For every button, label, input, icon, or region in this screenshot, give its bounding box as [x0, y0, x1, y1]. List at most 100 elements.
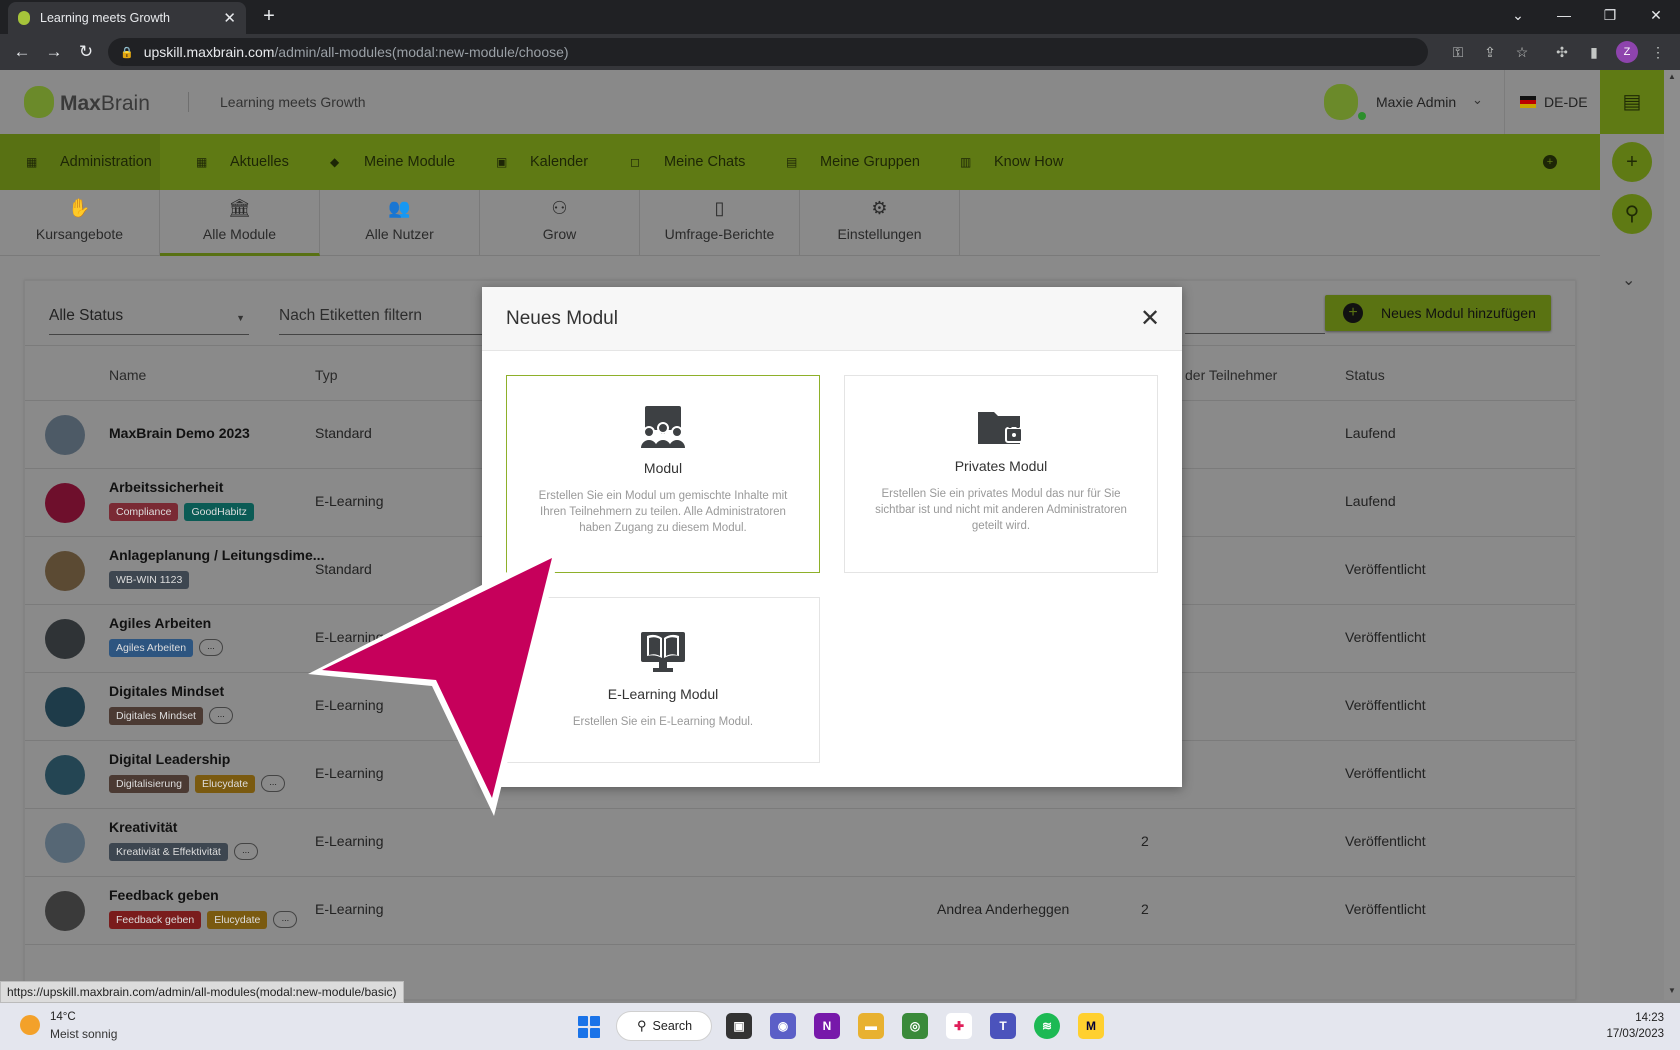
nav-meine-chats[interactable]: ◻ Meine Chats [630, 134, 745, 190]
chrome-icon[interactable]: ◎ [902, 1013, 928, 1039]
module-thumbnail[interactable] [45, 483, 85, 523]
system-clock[interactable]: 14:23 17/03/2023 [1606, 1010, 1664, 1042]
more-tags-button[interactable]: ... [233, 843, 258, 860]
extensions-puzzle-icon[interactable]: ✣ [1552, 42, 1572, 62]
task-view-icon[interactable]: ▣ [726, 1013, 752, 1039]
column-type[interactable]: Typ [315, 367, 338, 383]
module-thumbnail[interactable] [45, 755, 85, 795]
tag-badge[interactable]: Elucydate [207, 911, 268, 929]
option-privates-modul[interactable]: Privates Modul Erstellen Sie ein private… [844, 375, 1158, 573]
more-tags-button[interactable]: ... [208, 707, 233, 724]
page-scrollbar[interactable]: ▲ ▼ [1664, 70, 1680, 1000]
tag-badge[interactable]: Digitalisierung [109, 775, 189, 793]
tab-alle-nutzer[interactable]: 👥 Alle Nutzer [320, 190, 480, 256]
close-tab-icon[interactable]: ✕ [223, 9, 236, 27]
tab-umfrage-berichte[interactable]: ▯ Umfrage-Berichte [640, 190, 800, 256]
user-avatar[interactable] [1324, 84, 1358, 120]
more-tags-button[interactable]: ... [261, 775, 286, 792]
url-field[interactable]: 🔒 upskill.maxbrain.com /admin/all-module… [108, 38, 1428, 66]
reload-icon[interactable]: ↻ [74, 40, 98, 64]
tag-badge[interactable]: Digitales Mindset [109, 707, 203, 725]
weather-description[interactable]: Meist sonnig [50, 1027, 117, 1041]
search-input-underline[interactable] [1185, 333, 1325, 334]
tab-search-chevron-icon[interactable]: ⌄ [1494, 0, 1542, 30]
add-module-button[interactable]: + Neues Modul hinzufügen [1325, 295, 1551, 331]
brand-logo[interactable]: MaxBrain [60, 92, 150, 116]
column-name[interactable]: Name [109, 367, 146, 383]
close-icon[interactable]: ✕ [1134, 303, 1166, 335]
column-status[interactable]: Status [1345, 367, 1385, 383]
tag-badge[interactable]: Agiles Arbeiten [109, 639, 194, 657]
profile-avatar[interactable]: Z [1616, 41, 1638, 63]
german-flag-icon[interactable] [1520, 96, 1536, 108]
table-row[interactable]: Feedback geben Feedback geben Elucydate...… [25, 877, 1575, 945]
teams-icon[interactable]: T [990, 1013, 1016, 1039]
more-tags-button[interactable]: ... [273, 911, 298, 928]
key-icon[interactable]: ⚿ [1448, 42, 1468, 62]
tab-einstellungen[interactable]: ⚙ Einstellungen [800, 190, 960, 256]
sun-icon[interactable] [20, 1015, 40, 1035]
table-row[interactable]: Kreativität Kreativiät & Effektivität... E… [25, 809, 1575, 877]
close-window-button[interactable]: ✕ [1632, 0, 1680, 30]
module-name[interactable]: Digital Leadership [109, 751, 230, 767]
minimize-button[interactable]: — [1540, 0, 1588, 30]
nav-meine-module[interactable]: ◆ Meine Module [330, 134, 455, 190]
module-name[interactable]: Agiles Arbeiten [109, 615, 211, 631]
nav-meine-gruppen[interactable]: ▤ Meine Gruppen [786, 134, 920, 190]
browser-menu-icon[interactable]: ⋮ [1648, 42, 1668, 62]
module-thumbnail[interactable] [45, 619, 85, 659]
search-icon[interactable]: ⚲ [1612, 194, 1652, 234]
chat-app-icon[interactable]: ◉ [770, 1013, 796, 1039]
slack-icon[interactable]: ✚ [946, 1013, 972, 1039]
tag-badge[interactable]: Elucydate [194, 775, 256, 793]
scroll-up-icon[interactable]: ▲ [1668, 72, 1676, 81]
nav-kalender[interactable]: ▣ Kalender [496, 134, 588, 190]
share-icon[interactable]: ⇪ [1480, 42, 1500, 62]
tag-badge[interactable]: Kreativiät & Effektivität [109, 843, 228, 861]
nav-know-how[interactable]: ▥ Know How [960, 134, 1063, 190]
module-thumbnail[interactable] [45, 415, 85, 455]
taskbar-search[interactable]: ⚲ Search [616, 1011, 712, 1041]
nav-aktuelles[interactable]: ▦ Aktuelles [196, 134, 289, 190]
module-thumbnail[interactable] [45, 823, 85, 863]
user-name[interactable]: Maxie Admin [1376, 94, 1456, 110]
file-explorer-icon[interactable]: ▬ [858, 1013, 884, 1039]
back-arrow-icon[interactable]: ← [10, 40, 34, 64]
restore-button[interactable]: ❐ [1586, 0, 1634, 30]
scroll-down-icon[interactable]: ▼ [1668, 986, 1676, 995]
add-nav-icon[interactable]: + [1543, 155, 1557, 169]
side-panel-icon[interactable]: ▮ [1584, 42, 1604, 62]
chat-icon[interactable]: ▤ [1600, 70, 1664, 134]
new-tab-button[interactable]: + [256, 5, 282, 29]
language-selector[interactable]: DE-DE [1544, 94, 1588, 110]
status-filter-select[interactable]: Alle Status ▼ [49, 307, 249, 335]
module-thumbnail[interactable] [45, 687, 85, 727]
module-name[interactable]: Feedback geben [109, 887, 219, 903]
nav-administration[interactable]: ▦ Administration [26, 134, 152, 190]
browser-tab[interactable]: Learning meets Growth ✕ [8, 2, 246, 34]
bookmark-star-icon[interactable]: ☆ [1512, 42, 1532, 62]
module-name[interactable]: Anlageplanung / Leitungsdime... [109, 547, 324, 563]
module-thumbnail[interactable] [45, 551, 85, 591]
spotify-icon[interactable]: ≋ [1034, 1013, 1060, 1039]
tab-grow[interactable]: ⚇ Grow [480, 190, 640, 256]
tab-kursangebote[interactable]: ✋ Kursangebote [0, 190, 160, 256]
tag-badge[interactable]: Compliance [109, 503, 179, 521]
windows-start-icon[interactable] [578, 1016, 600, 1038]
tag-badge[interactable]: Feedback geben [109, 911, 202, 929]
tag-filter-input[interactable]: Nach Etiketten filtern [279, 307, 499, 335]
column-participants[interactable]: der Teilnehmer [1185, 367, 1277, 383]
onenote-icon[interactable]: N [814, 1013, 840, 1039]
weather-temperature[interactable]: 14°C [50, 1011, 76, 1023]
tag-badge[interactable]: WB-WIN 1123 [109, 571, 190, 589]
add-icon[interactable]: + [1612, 142, 1652, 182]
more-tags-button[interactable]: ... [199, 639, 224, 656]
module-thumbnail[interactable] [45, 891, 85, 931]
miro-icon[interactable]: M [1078, 1013, 1104, 1039]
chevron-down-icon[interactable]: ⌄ [1622, 270, 1635, 290]
tag-badge[interactable]: GoodHabitz [184, 503, 254, 521]
chevron-down-icon[interactable]: ⌄ [1472, 92, 1483, 108]
tab-alle-module[interactable]: 🏛 Alle Module [160, 190, 320, 256]
module-name[interactable]: Digitales Mindset [109, 683, 224, 699]
forward-arrow-icon[interactable]: → [42, 40, 66, 64]
